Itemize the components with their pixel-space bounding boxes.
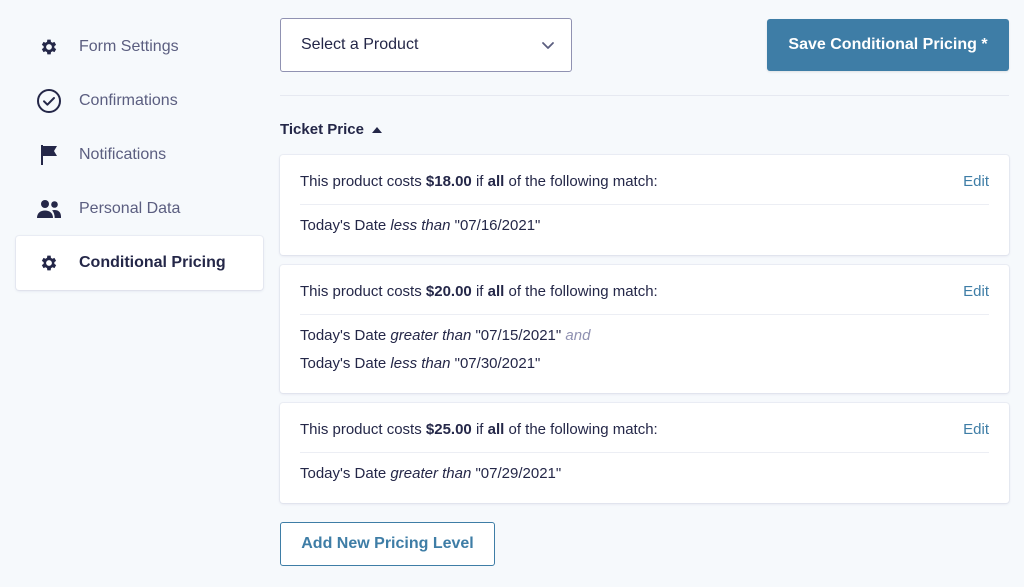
- product-select[interactable]: Select a Product: [280, 18, 572, 72]
- condition-operator: less than: [390, 355, 451, 372]
- summary-mid: if: [471, 421, 488, 438]
- pricing-level-summary: This product costs $18.00 if all of the …: [300, 173, 658, 190]
- gear-icon: [36, 250, 62, 276]
- condition-value: "07/30/2021": [454, 355, 541, 372]
- condition-row: Today's Date greater than "07/29/2021": [300, 460, 989, 488]
- users-icon: [36, 196, 62, 222]
- sidebar-item-notifications[interactable]: Notifications: [16, 128, 263, 182]
- check-circle-icon: [36, 88, 62, 114]
- summary-prefix: This product costs: [300, 421, 426, 438]
- pricing-level-card: This product costs $20.00 if all of the …: [280, 265, 1009, 393]
- sidebar-item-conditional-pricing[interactable]: Conditional Pricing: [16, 236, 263, 290]
- conditions-list: Today's Date greater than "07/29/2021": [300, 453, 989, 503]
- sidebar-item-form-settings[interactable]: Form Settings: [16, 20, 263, 74]
- condition-field: Today's Date: [300, 217, 387, 234]
- condition-row: Today's Date less than "07/30/2021": [300, 350, 989, 378]
- summary-mid: if: [471, 283, 488, 300]
- condition-row: Today's Date less than "07/16/2021": [300, 212, 989, 240]
- sidebar-item-personal-data[interactable]: Personal Data: [16, 182, 263, 236]
- sidebar-item-label: Personal Data: [79, 200, 181, 217]
- price-value: $18.00: [425, 173, 472, 190]
- pricing-level-card: This product costs $25.00 if all of the …: [280, 403, 1009, 503]
- condition-row: Today's Date greater than "07/15/2021" a…: [300, 322, 989, 350]
- section-toggle-ticket-price[interactable]: Ticket Price: [280, 121, 1009, 138]
- toolbar: Select a Product Save Conditional Pricin…: [280, 18, 1009, 72]
- condition-value: "07/15/2021": [475, 327, 562, 344]
- sidebar-item-label: Notifications: [79, 146, 167, 163]
- sidebar-item-confirmations[interactable]: Confirmations: [16, 74, 263, 128]
- summary-prefix: This product costs: [300, 173, 426, 190]
- edit-link[interactable]: Edit: [963, 283, 989, 300]
- summary-prefix: This product costs: [300, 283, 426, 300]
- condition-operator: greater than: [390, 327, 472, 344]
- condition-value: "07/29/2021": [475, 465, 562, 482]
- pricing-level-summary: This product costs $20.00 if all of the …: [300, 283, 658, 300]
- sidebar-item-label: Confirmations: [79, 92, 178, 109]
- summary-suffix: of the following match:: [504, 173, 658, 190]
- add-new-pricing-level-button[interactable]: Add New Pricing Level: [280, 522, 495, 566]
- condition-field: Today's Date: [300, 465, 387, 482]
- pricing-level-header: This product costs $25.00 if all of the …: [300, 403, 989, 453]
- save-conditional-pricing-button[interactable]: Save Conditional Pricing *: [767, 19, 1009, 71]
- flag-icon: [36, 142, 62, 168]
- condition-field: Today's Date: [300, 327, 387, 344]
- edit-link[interactable]: Edit: [963, 173, 989, 190]
- price-value: $20.00: [425, 283, 472, 300]
- pricing-level-card: This product costs $18.00 if all of the …: [280, 155, 1009, 255]
- conditions-list: Today's Date greater than "07/15/2021" a…: [300, 315, 989, 393]
- condition-joiner: and: [565, 327, 591, 344]
- condition-operator: less than: [390, 217, 451, 234]
- match-type: all: [487, 421, 505, 438]
- price-value: $25.00: [425, 421, 472, 438]
- sidebar-item-label: Form Settings: [79, 38, 179, 55]
- divider: [280, 95, 1009, 96]
- sidebar-item-label: Conditional Pricing: [79, 254, 226, 271]
- condition-value: "07/16/2021": [454, 217, 541, 234]
- condition-field: Today's Date: [300, 355, 387, 372]
- match-type: all: [487, 283, 505, 300]
- pricing-level-header: This product costs $18.00 if all of the …: [300, 155, 989, 205]
- gear-icon: [36, 34, 62, 60]
- edit-link[interactable]: Edit: [963, 421, 989, 438]
- summary-suffix: of the following match:: [504, 283, 658, 300]
- section-title: Ticket Price: [280, 121, 364, 138]
- summary-mid: if: [471, 173, 488, 190]
- summary-suffix: of the following match:: [504, 421, 658, 438]
- caret-up-icon: [371, 121, 383, 138]
- conditions-list: Today's Date less than "07/16/2021": [300, 205, 989, 255]
- chevron-down-icon: [541, 38, 555, 57]
- condition-operator: greater than: [390, 465, 472, 482]
- pricing-level-header: This product costs $20.00 if all of the …: [300, 265, 989, 315]
- product-select-value: Select a Product: [301, 36, 419, 53]
- pricing-level-summary: This product costs $25.00 if all of the …: [300, 421, 658, 438]
- sidebar: Form Settings Confirmations Notification…: [16, 20, 263, 290]
- match-type: all: [487, 173, 505, 190]
- main-content: Select a Product Save Conditional Pricin…: [280, 18, 1009, 566]
